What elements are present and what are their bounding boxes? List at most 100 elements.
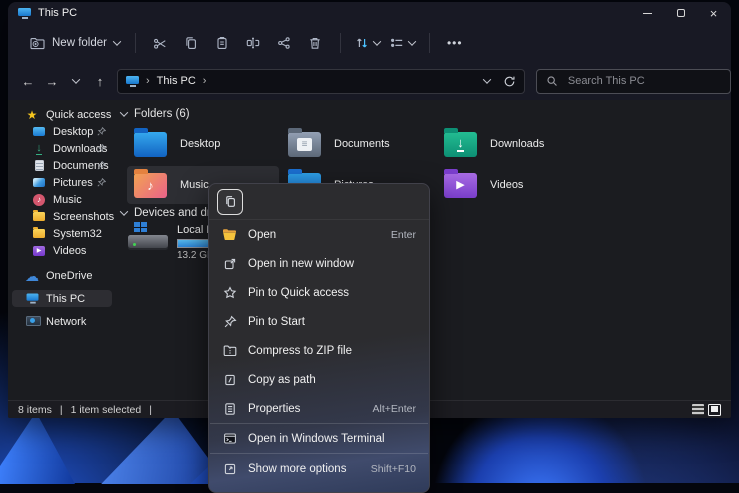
this-pc-monitor-icon xyxy=(18,8,31,19)
command-bar: New folder ••• xyxy=(8,24,731,62)
chevron-down-icon xyxy=(113,37,121,45)
menu-item-open-in-windows-terminal[interactable]: Open in Windows Terminal xyxy=(209,424,429,453)
folder-icon xyxy=(32,227,46,240)
copy-icon xyxy=(184,36,198,50)
document-icon xyxy=(32,159,46,172)
breadcrumb-separator: › xyxy=(203,75,207,87)
pin-icon xyxy=(97,127,106,136)
pictures-icon xyxy=(32,176,46,189)
collapse-chevron-icon[interactable] xyxy=(120,207,128,215)
folder-music-icon: ♪ xyxy=(134,173,167,198)
folder-tile-desktop[interactable]: Desktop xyxy=(127,125,279,163)
folder-videos-icon: ▶ xyxy=(444,173,477,198)
sidebar-item-desktop[interactable]: Desktop xyxy=(12,123,112,140)
hard-drive-icon xyxy=(127,221,169,269)
up-icon: ↑ xyxy=(97,74,104,89)
back-button[interactable]: ← xyxy=(16,69,40,93)
context-menu-mini-toolbar xyxy=(209,184,429,220)
sidebar-label: This PC xyxy=(46,293,85,305)
folder-downloads-icon: ↓ xyxy=(444,132,477,157)
copy-button[interactable] xyxy=(217,189,243,215)
chevron-down-icon xyxy=(72,75,80,83)
minimize-button[interactable] xyxy=(631,2,664,24)
search-box[interactable] xyxy=(536,69,731,94)
cut-button[interactable] xyxy=(145,30,176,56)
sidebar-label: Network xyxy=(46,316,86,328)
folder-tile-videos[interactable]: ▶ Videos xyxy=(437,166,589,204)
menu-item-show-more-options[interactable]: Show more options Shift+F10 xyxy=(209,454,429,483)
sidebar-item-system32[interactable]: System32 xyxy=(12,225,112,242)
paste-icon xyxy=(215,36,229,50)
sidebar-label: Videos xyxy=(53,245,86,257)
sidebar-item-quick-access[interactable]: ★ Quick access xyxy=(12,106,112,123)
sidebar-item-screenshots[interactable]: Screenshots xyxy=(12,208,112,225)
sidebar-item-downloads[interactable]: ↓ Downloads xyxy=(12,140,112,157)
titlebar[interactable]: This PC × xyxy=(8,2,731,24)
videos-icon: ▶ xyxy=(32,244,46,257)
menu-item-compress-to-zip[interactable]: Compress to ZIP file xyxy=(209,336,429,365)
menu-item-copy-as-path[interactable]: Copy as path xyxy=(209,365,429,394)
this-pc-monitor-icon xyxy=(25,292,39,305)
sidebar-item-onedrive[interactable]: ☁ OneDrive xyxy=(12,267,112,284)
view-button[interactable] xyxy=(385,30,420,56)
sidebar-label: Desktop xyxy=(53,126,93,138)
pin-icon xyxy=(97,161,106,170)
menu-item-pin-to-quick-access[interactable]: Pin to Quick access xyxy=(209,278,429,307)
sidebar-item-videos[interactable]: ▶ Videos xyxy=(12,242,112,259)
breadcrumb-this-pc[interactable]: This PC xyxy=(157,75,196,87)
new-folder-icon xyxy=(30,37,45,50)
chevron-down-icon xyxy=(373,37,381,45)
sidebar-item-network[interactable]: Network xyxy=(12,313,112,330)
details-view-icon[interactable] xyxy=(692,404,704,415)
window-title: This PC xyxy=(38,7,77,19)
search-input[interactable] xyxy=(566,74,706,88)
menu-item-properties[interactable]: Properties Alt+Enter xyxy=(209,394,429,423)
recent-locations-button[interactable] xyxy=(64,69,88,93)
pin-icon xyxy=(222,315,237,329)
folder-tile-documents[interactable]: ≡ Documents xyxy=(281,125,433,163)
folder-icon xyxy=(32,210,46,223)
copy-button[interactable] xyxy=(176,30,207,56)
close-button[interactable]: × xyxy=(697,2,730,24)
item-count: 8 items xyxy=(18,404,52,416)
menu-item-open[interactable]: Open Enter xyxy=(209,220,429,249)
address-dropdown-icon[interactable] xyxy=(483,75,491,83)
maximize-button[interactable] xyxy=(664,2,697,24)
rename-button[interactable] xyxy=(238,30,269,56)
onedrive-cloud-icon: ☁ xyxy=(25,269,39,282)
more-options-button[interactable]: ••• xyxy=(439,36,471,50)
music-icon: ♪ xyxy=(32,193,46,206)
forward-icon: → xyxy=(46,74,59,89)
toolbar-divider xyxy=(135,33,136,53)
up-button[interactable]: ↑ xyxy=(88,69,112,93)
sort-icon xyxy=(355,36,369,50)
folder-tile-downloads[interactable]: ↓ Downloads xyxy=(437,125,589,163)
sidebar-item-documents[interactable]: Documents xyxy=(12,157,112,174)
sidebar-item-pictures[interactable]: Pictures xyxy=(12,174,112,191)
sidebar-item-this-pc[interactable]: This PC xyxy=(12,290,112,307)
breadcrumb-separator: › xyxy=(146,75,150,87)
search-icon xyxy=(546,75,558,87)
breadcrumb[interactable]: › This PC › xyxy=(117,69,525,94)
new-folder-button[interactable]: New folder xyxy=(24,33,126,54)
delete-button[interactable] xyxy=(300,30,331,56)
cut-icon xyxy=(153,36,167,50)
show-more-icon xyxy=(222,462,237,476)
sidebar-label: OneDrive xyxy=(46,270,92,282)
refresh-icon[interactable] xyxy=(503,75,516,88)
minimize-icon xyxy=(643,13,652,14)
sort-button[interactable] xyxy=(350,30,385,56)
folder-documents-icon: ≡ xyxy=(288,132,321,157)
menu-item-open-in-new-window[interactable]: Open in new window xyxy=(209,249,429,278)
forward-button[interactable]: → xyxy=(40,69,64,93)
menu-item-pin-to-start[interactable]: Pin to Start xyxy=(209,307,429,336)
sidebar-item-music[interactable]: ♪ Music xyxy=(12,191,112,208)
share-button[interactable] xyxy=(269,30,300,56)
rename-icon xyxy=(246,36,260,50)
collapse-chevron-icon[interactable] xyxy=(120,108,128,116)
folders-section-header[interactable]: Folders (6) xyxy=(121,108,190,120)
pin-icon xyxy=(97,178,106,187)
large-thumbnails-view-icon[interactable] xyxy=(708,404,721,416)
downloads-icon: ↓ xyxy=(32,142,46,155)
paste-button[interactable] xyxy=(207,30,238,56)
